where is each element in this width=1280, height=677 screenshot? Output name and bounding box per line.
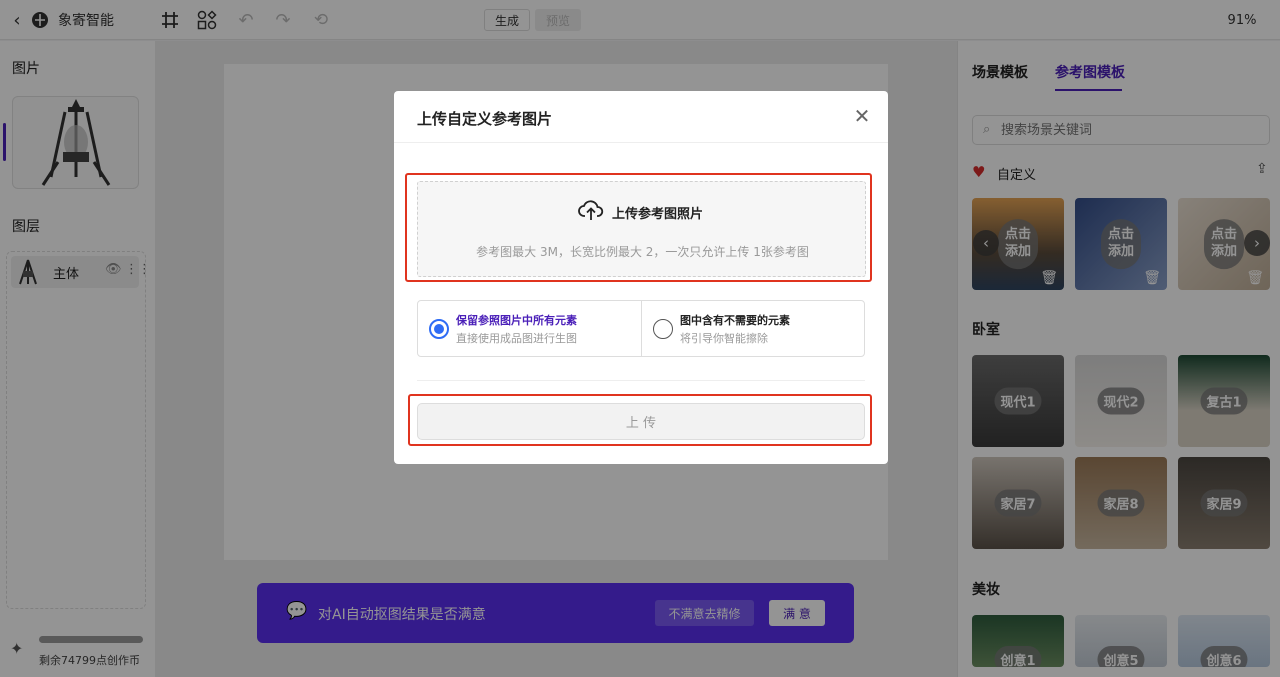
upload-cloud-icon [578,200,604,220]
upload-button[interactable]: 上 传 [417,403,865,440]
option-erase[interactable]: 图中含有不需要的元素 将引导你智能擦除 [642,301,864,356]
upload-dialog: 上传自定义参考图片 ✕ 上传参考图照片 参考图最大 3M，长宽比例最大 2，一次… [394,91,888,464]
upload-dropzone[interactable]: 上传参考图照片 参考图最大 3M，长宽比例最大 2，一次只允许上传 1张参考图 [417,181,866,277]
dialog-divider [394,142,888,143]
option-desc: 直接使用成品图进行生图 [456,332,577,345]
footer-divider [417,380,865,381]
option-desc: 将引导你智能擦除 [680,332,768,345]
upload-hint: 参考图最大 3M，长宽比例最大 2，一次只允许上传 1张参考图 [476,245,809,259]
dialog-title: 上传自定义参考图片 [417,110,553,128]
close-icon[interactable]: ✕ [851,104,873,128]
radio-selected[interactable] [429,319,449,339]
option-group: 保留参照图片中所有元素 直接使用成品图进行生图 图中含有不需要的元素 将引导你智… [417,300,865,357]
option-title: 保留参照图片中所有元素 [456,314,577,327]
upload-label: 上传参考图照片 [612,207,704,222]
option-keep-all[interactable]: 保留参照图片中所有元素 直接使用成品图进行生图 [418,301,641,356]
radio-unselected[interactable] [653,319,673,339]
option-title: 图中含有不需要的元素 [680,314,790,327]
